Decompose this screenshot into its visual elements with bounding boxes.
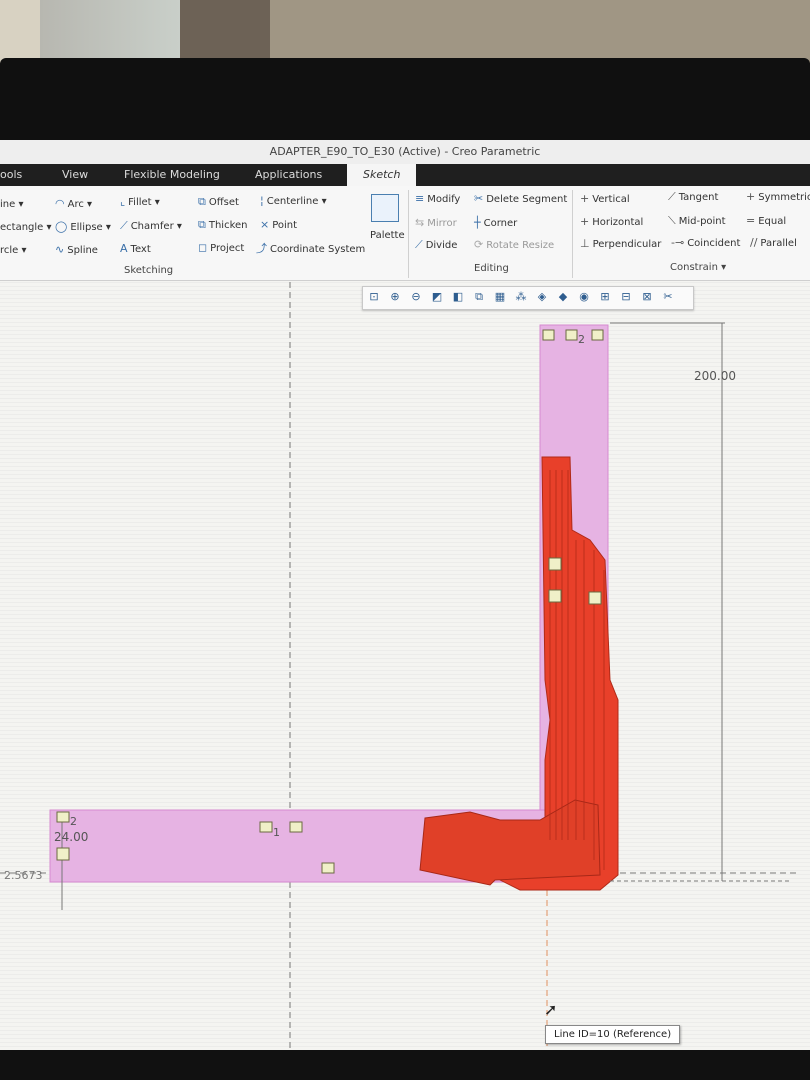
constraint-label-2-left: 2 (70, 815, 77, 828)
height-dimension[interactable]: 200.00 (694, 369, 736, 383)
sketch-canvas (0, 282, 800, 1050)
mouse-cursor-icon: ➚ (544, 1000, 558, 1019)
width-dimension[interactable]: 24.00 (54, 830, 88, 844)
monitor-bottom-bezel (0, 1050, 810, 1080)
hover-tooltip: Line ID=10 (Reference) (545, 1025, 681, 1044)
constraint-label-2-top: 2 (578, 333, 585, 346)
creo-window: ADAPTER_E90_TO_E30 (Active) - Creo Param… (0, 140, 810, 1050)
constraint-label-1: 1 (273, 826, 280, 839)
monitor-bezel (0, 58, 810, 144)
baseline-dimension[interactable]: 2.5673 (4, 869, 43, 882)
constraint-markers[interactable] (56, 329, 604, 874)
